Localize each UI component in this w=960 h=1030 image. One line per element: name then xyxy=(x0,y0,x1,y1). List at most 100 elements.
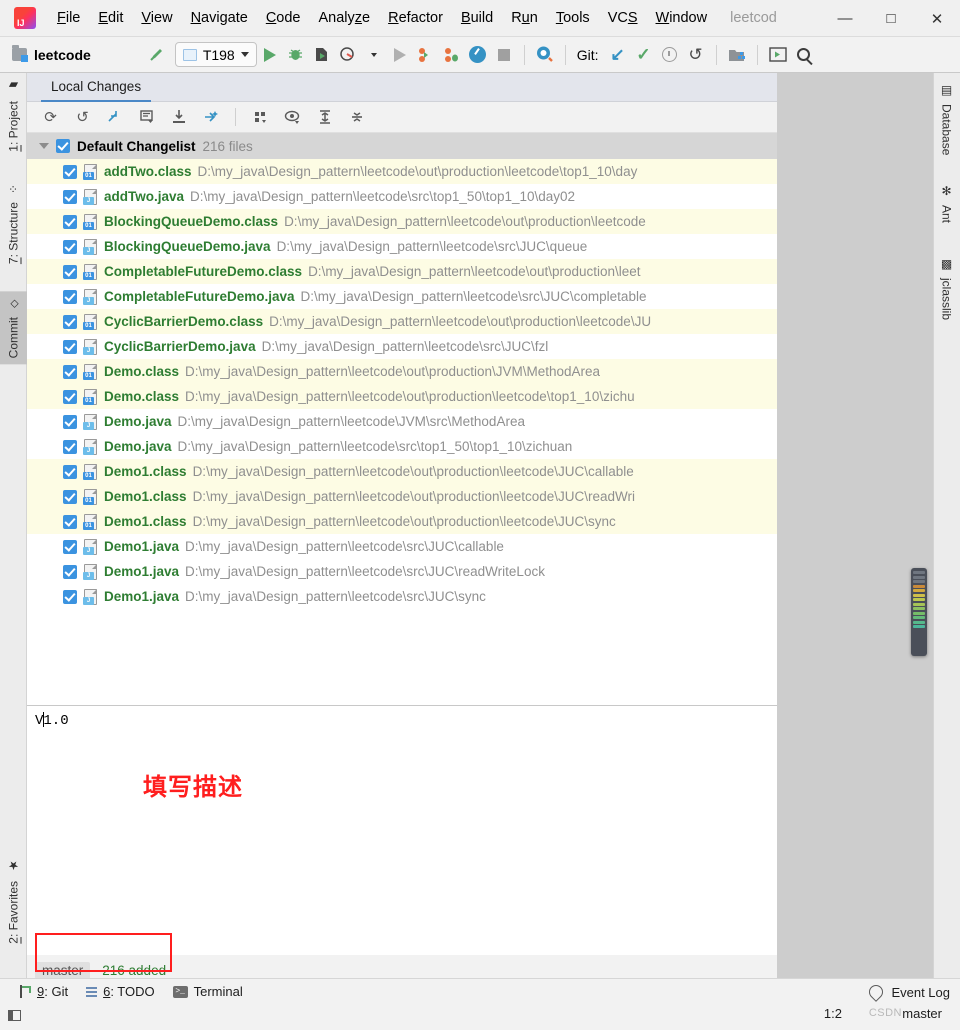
group-by-icon[interactable] xyxy=(247,105,274,129)
sidebar-item-jclasslib[interactable]: ▩ jclasslib xyxy=(933,251,960,326)
menu-run[interactable]: Run xyxy=(502,6,547,30)
file-checkbox[interactable] xyxy=(63,239,77,254)
file-checkbox[interactable] xyxy=(63,189,77,204)
menu-edit[interactable]: Edit xyxy=(89,6,132,30)
status-item-git[interactable]: 9: Git xyxy=(18,984,68,999)
sidebar-item-commit[interactable]: Commit ⬦ xyxy=(0,291,27,365)
table-row[interactable]: 01 CyclicBarrierDemo.class D:\my_java\Desi… xyxy=(27,309,777,334)
shelve-silently-icon[interactable] xyxy=(101,105,128,129)
table-row[interactable]: J Demo1.java D:\my_java\Design_pattern\lee… xyxy=(27,559,777,584)
table-row[interactable]: J CyclicBarrierDemo.java D:\my_java\Design… xyxy=(27,334,777,359)
menu-tools[interactable]: Tools xyxy=(547,6,599,30)
table-row[interactable]: 01 CompletableFutureDemo.class D:\my_java\… xyxy=(27,259,777,284)
expand-all-icon[interactable] xyxy=(311,105,338,129)
attach-process-icon[interactable] xyxy=(413,42,439,68)
move-to-changelist-icon[interactable] xyxy=(197,105,224,129)
inspection-gauge-widget[interactable] xyxy=(911,568,927,656)
file-checkbox[interactable] xyxy=(63,164,77,179)
chevron-down-icon[interactable] xyxy=(39,143,49,149)
maximize-button[interactable]: □ xyxy=(868,0,914,37)
file-checkbox[interactable] xyxy=(63,289,77,304)
git-commit-check-icon[interactable]: ✓ xyxy=(631,42,657,68)
run-with-coverage-button[interactable] xyxy=(309,42,335,68)
file-checkbox[interactable] xyxy=(63,339,77,354)
file-checkbox[interactable] xyxy=(63,439,77,454)
table-row[interactable]: J Demo1.java D:\my_java\Design_pattern\lee… xyxy=(27,584,777,609)
file-checkbox[interactable] xyxy=(63,214,77,229)
project-structure-icon[interactable] xyxy=(724,42,750,68)
sidebar-item-favorites[interactable]: 2: Favorites ★ xyxy=(0,853,27,950)
table-row[interactable]: 01 Demo.class D:\my_java\Design_pattern\le… xyxy=(27,384,777,409)
minimize-button[interactable]: — xyxy=(822,0,868,37)
menu-window[interactable]: Window xyxy=(647,6,717,30)
profiler-button[interactable] xyxy=(335,42,361,68)
search-everywhere-icon[interactable] xyxy=(791,42,817,68)
menu-analyze[interactable]: Analyze xyxy=(310,6,380,30)
commit-message-input[interactable]: V1.0 xyxy=(27,705,777,955)
file-checkbox[interactable] xyxy=(63,414,77,429)
file-checkbox[interactable] xyxy=(63,264,77,279)
tab-local-changes[interactable]: Local Changes xyxy=(41,73,152,102)
changelist-header[interactable]: Default Changelist 216 files xyxy=(27,133,777,159)
file-checkbox[interactable] xyxy=(63,464,77,479)
menu-vcs[interactable]: VCS xyxy=(599,6,647,30)
status-item-terminal[interactable]: >_ Terminal xyxy=(172,984,243,999)
menu-view[interactable]: View xyxy=(132,6,181,30)
table-row[interactable]: 01 BlockingQueueDemo.class D:\my_java\Desi… xyxy=(27,209,777,234)
table-row[interactable]: JaddTwo.java D:\my_java\Design_pattern\le… xyxy=(27,184,777,209)
file-checkbox[interactable] xyxy=(63,489,77,504)
file-checkbox[interactable] xyxy=(63,389,77,404)
sidebar-item-project[interactable]: 1: Project ▰ xyxy=(0,73,27,158)
plugin-globe-icon[interactable] xyxy=(532,42,558,68)
table-row[interactable]: 01 Demo1.class D:\my_java\Design_pattern\l… xyxy=(27,509,777,534)
table-row[interactable]: J Demo.java D:\my_java\Design_pattern\leet… xyxy=(27,434,777,459)
preview-diff-icon[interactable] xyxy=(279,105,306,129)
changes-file-list[interactable]: Default Changelist 216 files 01 addTwo.cl… xyxy=(27,133,777,705)
table-row[interactable]: 01 Demo.class D:\my_java\Design_pattern\le… xyxy=(27,359,777,384)
close-button[interactable]: ✕ xyxy=(914,0,960,37)
sidebar-item-database[interactable]: ▤ Database xyxy=(933,77,960,161)
window-layout-icon[interactable] xyxy=(8,1010,21,1021)
show-diff-icon[interactable] xyxy=(133,105,160,129)
table-row[interactable]: J Demo.java D:\my_java\Design_pattern\leet… xyxy=(27,409,777,434)
file-checkbox[interactable] xyxy=(63,364,77,379)
git-update-icon[interactable]: ↙ xyxy=(605,42,631,68)
run-configuration-selector[interactable]: T198 xyxy=(174,42,257,67)
profiler-dropdown-icon[interactable] xyxy=(361,42,387,68)
dashboard-icon[interactable] xyxy=(465,42,491,68)
table-row[interactable]: J Demo1.java D:\my_java\Design_pattern\lee… xyxy=(27,534,777,559)
status-item-todo[interactable]: 6: TODO xyxy=(86,984,155,999)
menu-navigate[interactable]: Navigate xyxy=(182,6,257,30)
changelist-checkbox[interactable] xyxy=(56,139,70,153)
rollback-icon[interactable]: ↺ xyxy=(69,105,96,129)
debug-button[interactable] xyxy=(283,42,309,68)
sidebar-item-structure[interactable]: 7: Structure ⁘ xyxy=(0,178,27,270)
menu-code[interactable]: Code xyxy=(257,6,310,30)
run-button[interactable] xyxy=(257,42,283,68)
table-row[interactable]: J CompletableFutureDemo.java D:\my_java\De… xyxy=(27,284,777,309)
refresh-icon[interactable]: ⟳ xyxy=(37,105,64,129)
file-checkbox[interactable] xyxy=(63,314,77,329)
menu-file[interactable]: File xyxy=(48,6,89,30)
shelve-changes-icon[interactable] xyxy=(165,105,192,129)
table-row[interactable]: 01 addTwo.class D:\my_java\Design_pattern\… xyxy=(27,159,777,184)
menu-refactor[interactable]: Refactor xyxy=(379,6,452,30)
event-log-label[interactable]: Event Log xyxy=(891,985,950,1000)
collapse-all-icon[interactable] xyxy=(343,105,370,129)
file-checkbox[interactable] xyxy=(63,514,77,529)
caret-position[interactable]: 1:2 xyxy=(824,1006,842,1021)
menu-build[interactable]: Build xyxy=(452,6,502,30)
file-checkbox[interactable] xyxy=(63,589,77,604)
table-row[interactable]: J BlockingQueueDemo.java D:\my_java\Design… xyxy=(27,234,777,259)
file-checkbox[interactable] xyxy=(63,564,77,579)
sidebar-item-ant[interactable]: ✻ Ant xyxy=(933,178,960,229)
file-checkbox[interactable] xyxy=(63,539,77,554)
table-row[interactable]: 01 Demo1.class D:\my_java\Design_pattern\l… xyxy=(27,459,777,484)
table-row[interactable]: 01 Demo1.class D:\my_java\Design_pattern\l… xyxy=(27,484,777,509)
attach-debug-icon[interactable] xyxy=(439,42,465,68)
select-target-icon[interactable] xyxy=(765,42,791,68)
build-hammer-icon[interactable] xyxy=(143,42,169,68)
project-chip[interactable]: leetcode xyxy=(12,45,91,63)
status-branch[interactable]: master xyxy=(902,1006,942,1021)
git-rollback-icon[interactable]: ↺ xyxy=(683,42,709,68)
